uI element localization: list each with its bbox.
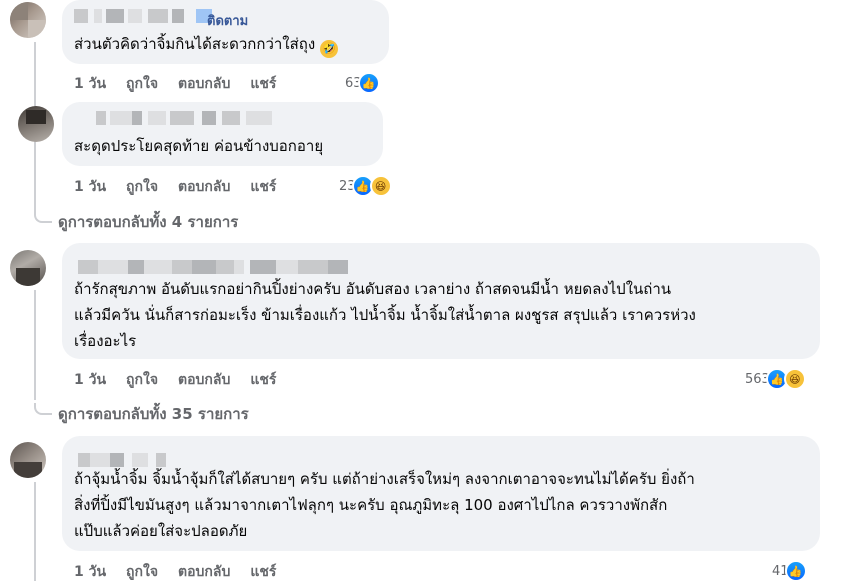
comment-time[interactable]: 1 วัน xyxy=(74,369,106,391)
share-button[interactable]: แชร์ xyxy=(250,73,276,95)
comment-text: ส่วนตัวคิดว่าจิ้มกินได้สะดวกกว่าใส่ถุง 🤣 xyxy=(74,31,379,58)
comment-time[interactable]: 1 วัน xyxy=(74,176,106,198)
avatar[interactable] xyxy=(10,442,46,478)
haha-icon: 😆 xyxy=(783,368,806,390)
thread-line xyxy=(34,482,36,581)
like-button[interactable]: ถูกใจ xyxy=(126,176,158,198)
like-button[interactable]: ถูกใจ xyxy=(126,73,158,95)
like-button[interactable]: ถูกใจ xyxy=(126,561,158,583)
comment-text: ถ้ารักสุขภาพ อันดับแรกอย่ากินปิ้งย่างครั… xyxy=(74,280,696,350)
reaction-summary[interactable]: 563 👍 😆 xyxy=(745,368,806,390)
reply-button[interactable]: ตอบกลับ xyxy=(178,561,230,583)
share-button[interactable]: แชร์ xyxy=(250,369,276,391)
share-button[interactable]: แชร์ xyxy=(250,176,276,198)
reaction-summary[interactable]: 63 👍 xyxy=(345,72,380,94)
haha-icon: 😆 xyxy=(369,175,392,197)
avatar[interactable] xyxy=(10,250,46,286)
rofl-emoji-icon: 🤣 xyxy=(319,40,338,58)
comment-time[interactable]: 1 วัน xyxy=(74,73,106,95)
reply-button[interactable]: ตอบกลับ xyxy=(178,176,230,198)
view-replies-button[interactable]: ดูการตอบกลับทั้ง 35 รายการ xyxy=(34,402,249,426)
like-icon: 👍 xyxy=(784,560,807,582)
like-button[interactable]: ถูกใจ xyxy=(126,369,158,391)
reaction-summary[interactable]: 41 👍 xyxy=(772,560,807,582)
comment-actions: 1 วัน ถูกใจ ตอบกลับ แชร์ xyxy=(74,561,276,583)
view-replies-label: ดูการตอบกลับทั้ง 35 รายการ xyxy=(58,405,249,423)
author-name-blurred[interactable] xyxy=(74,260,348,276)
comment-actions: 1 วัน ถูกใจ ตอบกลับ แชร์ xyxy=(74,176,276,198)
author-name-blurred[interactable] xyxy=(74,111,272,127)
comment-bubble: ถ้ารักสุขภาพ อันดับแรกอย่ากินปิ้งย่างครั… xyxy=(62,243,820,359)
share-button[interactable]: แชร์ xyxy=(250,561,276,583)
comment-bubble: ถ้าจุ้มน้ำจิ้ม จิ้มน้ำจุ้มก็ใส่ได้สบายๆ … xyxy=(62,436,820,551)
thread-line xyxy=(34,290,36,400)
author-name-blurred[interactable] xyxy=(74,9,212,25)
author-badge[interactable]: ติดตาม xyxy=(207,10,248,31)
thread-hook xyxy=(34,403,52,415)
reaction-summary[interactable]: 23 👍 😆 xyxy=(339,175,392,197)
reply-button[interactable]: ตอบกลับ xyxy=(178,73,230,95)
comment-actions: 1 วัน ถูกใจ ตอบกลับ แชร์ xyxy=(74,369,276,391)
comment-bubble: ติดตาม ส่วนตัวคิดว่าจิ้มกินได้สะดวกกว่าใ… xyxy=(62,0,389,64)
reply-button[interactable]: ตอบกลับ xyxy=(178,369,230,391)
view-replies-label: ดูการตอบกลับทั้ง 4 รายการ xyxy=(58,213,239,231)
comment-text: สะดุดประโยคสุดท้าย ค่อนข้างบอกอายุ xyxy=(74,137,324,155)
comment-bubble: สะดุดประโยคสุดท้าย ค่อนข้างบอกอายุ xyxy=(62,102,383,166)
avatar[interactable] xyxy=(18,106,54,142)
like-icon: 👍 xyxy=(357,72,380,94)
comment-text: ถ้าจุ้มน้ำจิ้ม จิ้มน้ำจุ้มก็ใส่ได้สบายๆ … xyxy=(74,470,695,540)
view-replies-button[interactable]: ดูการตอบกลับทั้ง 4 รายการ xyxy=(34,210,238,234)
comment-actions: 1 วัน ถูกใจ ตอบกลับ แชร์ xyxy=(74,73,276,95)
thread-hook xyxy=(34,211,52,223)
comment-time[interactable]: 1 วัน xyxy=(74,561,106,583)
avatar[interactable] xyxy=(10,2,46,38)
